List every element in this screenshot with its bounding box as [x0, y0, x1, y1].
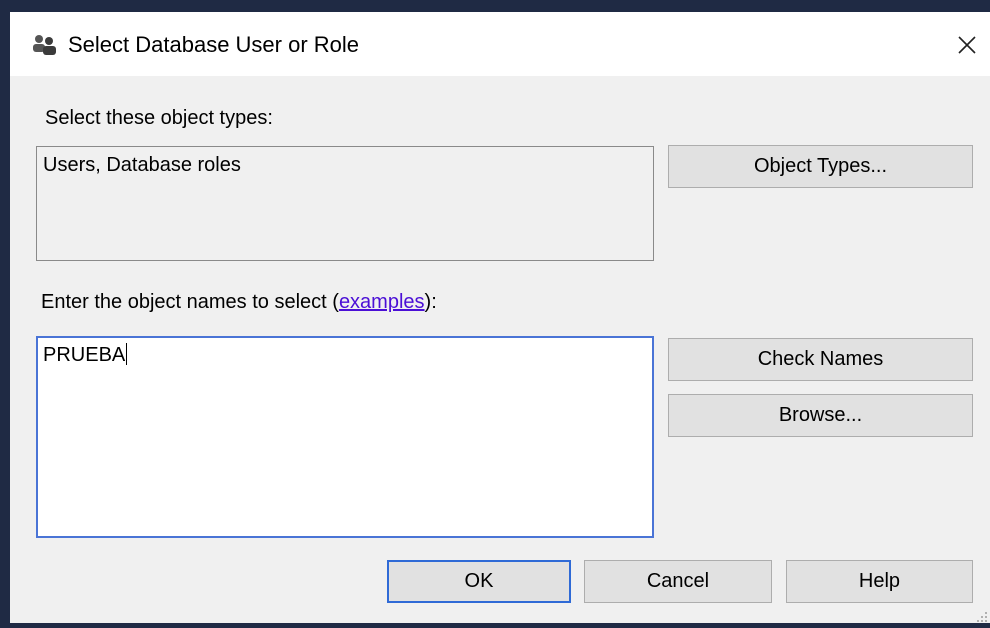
- resize-grip-icon[interactable]: [976, 610, 988, 622]
- examples-link[interactable]: examples: [339, 291, 425, 313]
- select-database-user-dialog: Select Database User or Role Select thes…: [10, 12, 990, 623]
- object-names-label: Enter the object names to select (exampl…: [41, 290, 437, 314]
- close-button[interactable]: [950, 30, 984, 60]
- object-names-value: PRUEBA: [43, 344, 126, 366]
- dialog-title: Select Database User or Role: [68, 32, 360, 57]
- object-names-label-prefix: Enter the object names to select (: [41, 291, 339, 313]
- title-bar: Select Database User or Role: [10, 12, 990, 76]
- check-names-button[interactable]: Check Names: [668, 338, 973, 381]
- users-icon: [32, 34, 58, 56]
- help-label: Help: [858, 570, 901, 592]
- object-names-input[interactable]: PRUEBA: [36, 336, 654, 538]
- browse-label: Browse...: [778, 404, 863, 426]
- browse-button[interactable]: Browse...: [668, 394, 973, 437]
- close-icon: [958, 36, 976, 54]
- help-button[interactable]: Help: [786, 560, 973, 603]
- ok-button[interactable]: OK: [387, 560, 571, 603]
- object-types-field: Users, Database roles: [36, 146, 654, 261]
- object-types-value: Users, Database roles: [43, 154, 241, 176]
- cancel-button[interactable]: Cancel: [584, 560, 772, 603]
- object-types-button[interactable]: Object Types...: [668, 145, 973, 188]
- text-caret: [126, 343, 128, 365]
- cancel-label: Cancel: [646, 570, 710, 592]
- check-names-label: Check Names: [757, 348, 884, 370]
- object-names-label-suffix: ):: [424, 291, 437, 313]
- object-types-label: Select these object types:: [45, 107, 273, 129]
- object-types-button-label: Object Types...: [753, 155, 888, 177]
- ok-label: OK: [464, 570, 494, 592]
